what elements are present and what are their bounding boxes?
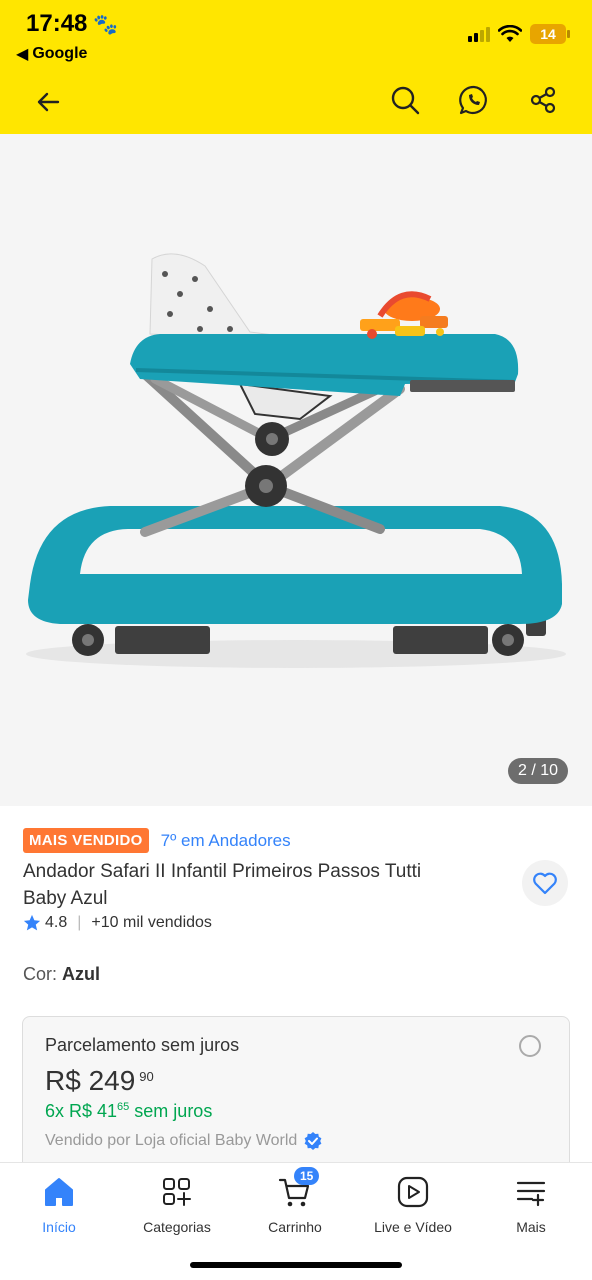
- nav-item-cart[interactable]: 15 Carrinho: [240, 1167, 350, 1235]
- cart-count-badge: 15: [294, 1167, 320, 1185]
- back-arrow-icon[interactable]: [32, 86, 64, 118]
- product-image: [26, 253, 566, 668]
- rating-value: 4.8: [45, 914, 68, 931]
- cart-icon-wrap: 15: [278, 1167, 320, 1209]
- color-value: Azul: [62, 964, 101, 984]
- triangle-left-icon: ◀: [16, 46, 29, 63]
- installments-text: 6x R$ 4165 sem juros: [45, 1101, 212, 1122]
- back-app-label: Google: [32, 45, 88, 62]
- whatsapp-icon[interactable]: [458, 84, 490, 116]
- color-label: Cor:: [23, 964, 58, 984]
- color-row: Cor: Azul: [23, 964, 100, 985]
- time-text: 17:48: [26, 10, 88, 37]
- nav-label-categories: Categorias: [143, 1219, 211, 1235]
- favorite-button[interactable]: [522, 860, 568, 906]
- sold-count: +10 mil vendidos: [91, 914, 212, 931]
- play-icon: [397, 1176, 429, 1208]
- category-rank-link[interactable]: 7º em Andadores: [161, 831, 291, 851]
- installments-cents: 65: [117, 1101, 130, 1113]
- nav-item-more[interactable]: Mais: [476, 1175, 586, 1235]
- more-icon: [516, 1181, 546, 1207]
- verified-icon: [304, 1132, 322, 1150]
- nav-label-more: Mais: [516, 1219, 546, 1235]
- price-cents: 90: [139, 1069, 154, 1084]
- rating-row[interactable]: 4.8 | +10 mil vendidos: [23, 914, 212, 932]
- star-icon: [23, 914, 41, 931]
- seller-text: Vendido por Loja oficial Baby World: [45, 1132, 298, 1149]
- installments-suffix: sem juros: [129, 1101, 213, 1121]
- installment-radio[interactable]: [519, 1035, 541, 1057]
- app-header: 17:48 🐾 ◀ Google 14: [0, 0, 592, 134]
- nav-label-cart: Carrinho: [268, 1219, 322, 1235]
- seller-info[interactable]: Vendido por Loja oficial Baby World: [45, 1131, 323, 1151]
- share-icon[interactable]: [527, 84, 559, 116]
- installments-amount: 6x R$ 41: [45, 1101, 118, 1121]
- status-icons: 14: [468, 24, 570, 44]
- status-time: 17:48 🐾: [26, 10, 118, 38]
- signal-icon: [468, 26, 490, 42]
- home-indicator[interactable]: [190, 1262, 402, 1268]
- search-icon[interactable]: [389, 84, 421, 116]
- nav-label-live-video: Live e Vídeo: [374, 1219, 452, 1235]
- price-main: R$ 249: [45, 1065, 136, 1096]
- badge-row: MAIS VENDIDO 7º em Andadores: [23, 828, 291, 853]
- battery-indicator: 14: [530, 24, 570, 44]
- battery-level: 14: [540, 26, 556, 42]
- best-seller-badge: MAIS VENDIDO: [23, 828, 149, 853]
- rating-separator: |: [77, 914, 82, 931]
- product-title: Andador Safari II Infantil Primeiros Pas…: [23, 861, 422, 909]
- nav-label-home: Início: [42, 1219, 76, 1235]
- product-gallery[interactable]: 2 / 10: [0, 134, 592, 806]
- back-to-app-link[interactable]: ◀ Google: [16, 44, 87, 64]
- nav-item-home[interactable]: Início: [4, 1175, 114, 1235]
- image-counter: 2 / 10: [507, 758, 568, 784]
- installment-title: Parcelamento sem juros: [45, 1035, 240, 1055]
- price: R$ 249 90: [45, 1065, 154, 1097]
- home-icon: [45, 1178, 73, 1206]
- nav-item-categories[interactable]: Categorias: [122, 1175, 232, 1235]
- nav-item-live-video[interactable]: Live e Vídeo: [358, 1175, 468, 1235]
- wifi-icon: [498, 25, 522, 42]
- heart-icon: [533, 872, 557, 895]
- categories-icon: [163, 1178, 191, 1206]
- paw-icon: 🐾: [93, 13, 119, 36]
